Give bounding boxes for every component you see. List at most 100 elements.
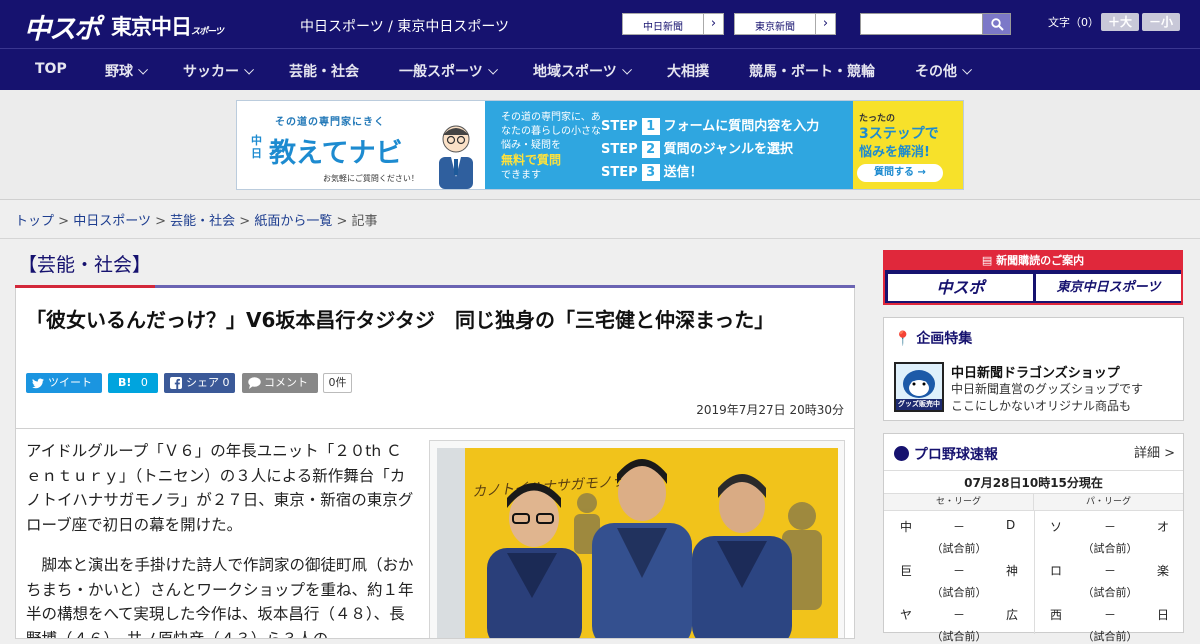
comment-count[interactable]: 0件 [323,373,352,393]
score-dash: － [952,520,965,534]
team-home[interactable]: 巨 [900,562,912,579]
banner-brand-prefix: 中日 [251,134,262,160]
team-home[interactable]: ソ [1050,518,1062,535]
article-photo[interactable]: カノトイハナサガモノラ [429,440,845,638]
search-input[interactable] [860,13,983,35]
article-body: アイドルグループ「Ｖ６」の年長ユニット「２０th Ｃｅｎｔｕｒｙ」（トニセン）の… [15,429,855,639]
breadcrumb-entertainment[interactable]: 芸能・社会 [170,214,235,229]
breadcrumb-paper-list[interactable]: 紙面から一覧 [254,214,332,229]
article-photo-image: カノトイハナサガモノラ [437,448,838,638]
game-status: （試合前） [1082,630,1138,643]
oshiete-navi-banner[interactable]: その道の専門家にきく 中日 教えてナビ お気軽にご質問ください！ その道の専門家… [236,100,964,190]
banner-cta-button[interactable]: 質問する → [857,164,943,182]
step-number: 2 [641,141,660,158]
team-away[interactable]: オ [1157,518,1169,535]
banner-step-3: STEP 3 送信！ [601,161,703,181]
tokyo-chunichi-logo-text: 東京中日 [111,15,192,39]
tokyo-chunichi-logo-suffix: スポーツ [191,27,224,37]
breadcrumb-chunichi-sports[interactable]: 中日スポーツ [73,214,151,229]
tokyo-chunichi-logo[interactable]: 東京中日スポーツ [111,11,224,41]
facebook-share-button[interactable]: シェア 0 [164,373,235,393]
breadcrumb: トップ > 中日スポーツ > 芸能・社会 > 紙面から一覧 > 記事 [15,210,378,229]
nav-baseball[interactable]: 野球 [105,61,149,81]
nav-sumo[interactable]: 大相撲 [667,61,709,81]
chunichi-shimbun-label: 中日新聞 [643,22,683,33]
team-away[interactable]: D [1006,518,1015,532]
comment-label: コメント [264,376,308,389]
dragons-shop-image[interactable]: グッズ販売中 [894,362,944,412]
team-away[interactable]: 神 [1006,562,1018,579]
three-performers-illustration [487,459,822,638]
team-away[interactable]: 広 [1006,606,1018,623]
chevron-down-icon [962,64,973,75]
nav-top[interactable]: TOP [35,61,67,77]
baseball-detail-link[interactable]: 詳細 > [1134,442,1175,461]
baseball-icon [894,446,909,461]
dragons-shop-desc-line: 中日新聞直営のグッズショップです [951,382,1144,396]
pacific-league-head: パ・リーグ [1034,494,1183,511]
banner-brand: 教えてナビ [269,138,403,169]
score-dash: － [1103,608,1116,622]
step-word: STEP [601,165,638,180]
step-word: STEP [601,119,638,134]
team-away[interactable]: 日 [1157,606,1169,623]
nav-soccer-label: サッカー [183,64,239,80]
step-text: 送信！ [663,165,703,180]
site-name[interactable]: 中日スポーツ / 東京中日スポーツ [300,16,509,36]
newspaper-icon: ▤ [981,254,997,267]
nav-local-sports[interactable]: 地域スポーツ [533,61,632,81]
subscription-heading-label: 新聞購読のご案内 [996,254,1085,267]
hatena-bookmark-button[interactable]: B! 0 [108,373,158,393]
team-home[interactable]: ロ [1050,562,1062,579]
article-datetime: 2019年7月27日 20時30分 [696,403,844,417]
dragons-shop-desc: 中日新聞直営のグッズショップです ここにしかないオリジナル商品も [951,381,1143,415]
step-word: STEP [601,142,638,157]
main-nav: TOP 野球 サッカー 芸能・社会 一般スポーツ 地域スポーツ 大相撲 競馬・ボ… [0,48,1200,90]
nav-top-label: TOP [35,61,67,77]
subscription-box[interactable]: ▤ 新聞購読のご案内 中スポ 東京中日スポーツ [883,250,1183,305]
banner-sub: お気軽にご質問ください！ [323,174,419,183]
nav-general-sports-label: 一般スポーツ [399,64,483,80]
nav-general-sports[interactable]: 一般スポーツ [399,61,498,81]
search-icon [991,18,1004,31]
score-dash: － [952,564,965,578]
chevron-right-icon: › [815,14,835,34]
article-text: アイドルグループ「Ｖ６」の年長ユニット「２０th Ｃｅｎｔｕｒｙ」（トニセン）の… [26,439,414,639]
search-button[interactable] [982,13,1011,35]
breadcrumb-top[interactable]: トップ [15,214,54,229]
feature-panel-title: 📍 企画特集 [894,328,972,348]
nav-entertainment[interactable]: 芸能・社会 [289,61,359,81]
nav-other[interactable]: その他 [915,61,973,81]
team-home[interactable]: ヤ [900,606,912,623]
chunichi-shimbun-link[interactable]: 中日新聞 › [622,13,724,35]
nav-baseball-label: 野球 [105,64,133,80]
breadcrumb-sep: > [58,214,70,229]
chuspo-logo[interactable]: 中スポ [24,7,101,46]
banner-right-3: 悩みを解消! [859,145,930,160]
tweet-button[interactable]: ツイート [26,373,102,393]
dragons-shop-desc-line: ここにしかないオリジナル商品も [951,399,1132,413]
nav-entertainment-label: 芸能・社会 [289,64,359,80]
divider [0,238,1200,239]
tokyo-shimbun-link[interactable]: 東京新聞 › [734,13,836,35]
subscribe-chuspo-logo[interactable]: 中スポ [888,274,1033,301]
team-home[interactable]: 中 [900,518,912,535]
nav-soccer[interactable]: サッカー [183,61,255,81]
chevron-down-icon [487,64,498,75]
chevron-down-icon [138,64,149,75]
top-header: 中スポ 東京中日スポーツ 中日スポーツ / 東京中日スポーツ 中日新聞 › 東京… [0,0,1200,48]
facebook-icon [170,373,182,395]
dragons-shop-title[interactable]: 中日新聞ドラゴンズショップ [951,362,1120,381]
banner-cta-area: たったの 3ステップで 悩みを解消! 質問する → [853,101,963,189]
article-paragraph: 脚本と演出を手掛けた詩人で作詞家の御徒町凧（おかちまち・かいと）さんとワークショ… [26,556,414,639]
banner-tagline: その道の専門家にきく [275,117,385,128]
article-headline: 「彼女いるんだっけ？」V6坂本昌行タジタジ 同じ独身の「三宅健と仲深まった」 [26,308,775,332]
nav-racing[interactable]: 競馬・ボート・競輪 [749,61,875,81]
comment-button[interactable]: コメント [242,373,318,393]
font-bigger-button[interactable]: ＋大 [1101,13,1139,31]
team-away[interactable]: 楽 [1157,562,1169,579]
subscribe-tokyo-logo[interactable]: 東京中日スポーツ [1036,274,1181,301]
banner-right-2: 3ステップで [859,126,939,142]
font-smaller-button[interactable]: －小 [1142,13,1180,31]
team-home[interactable]: 西 [1050,606,1062,623]
